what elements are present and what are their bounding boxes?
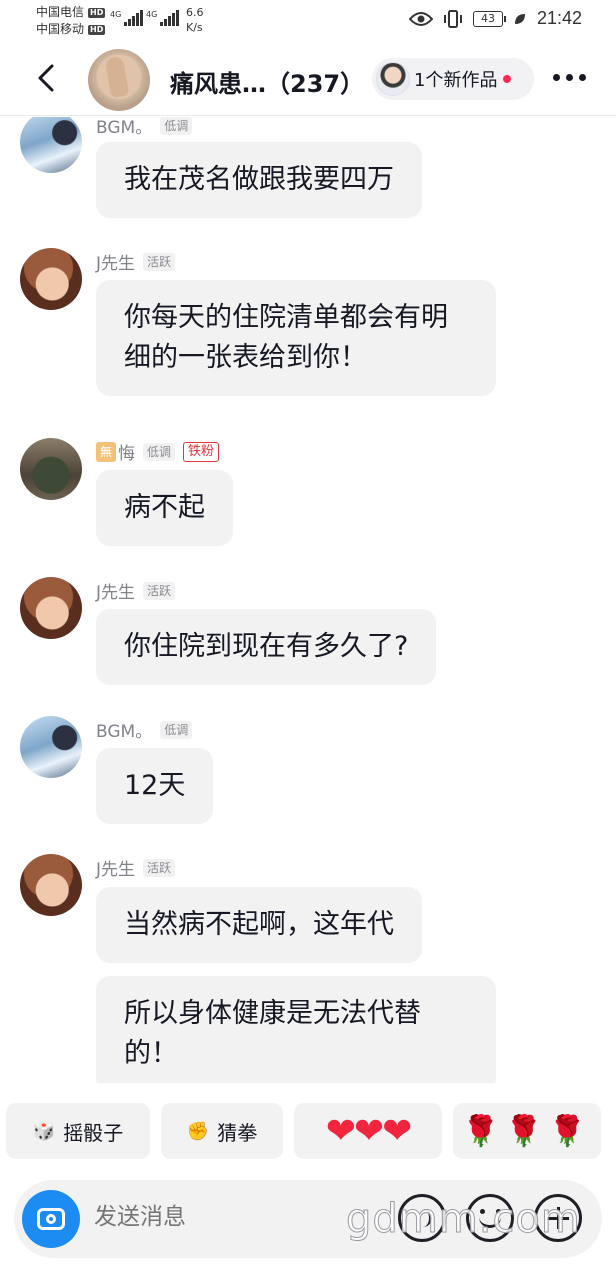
clock: 21:42 (536, 8, 582, 28)
message-bubble[interactable]: 病不起 (96, 470, 233, 546)
message-bubble[interactable]: 你每天的住院清单都会有明细的一张表给到你！ (96, 280, 496, 396)
message-bubble[interactable]: 12天 (96, 748, 214, 824)
level-badge: 活跃 (143, 581, 176, 600)
battery-icon: 43 (472, 10, 506, 27)
eye-icon (408, 11, 433, 26)
status-icons: 43 21:42 (408, 8, 582, 29)
signal-icon: 4G (110, 10, 144, 26)
rps-label: 猜拳 (217, 1120, 258, 1145)
notification-dot (503, 75, 512, 83)
group-title[interactable]: 痛风患…（237） (170, 64, 364, 99)
carrier-2-label: 中国移动 (36, 22, 85, 36)
more-options-icon[interactable] (553, 74, 586, 81)
sender-name: BGM。 (96, 722, 153, 742)
hand-icon: ✊ (186, 1120, 210, 1142)
quick-reply-bar: 🎲 摇骰子 ✊ 猜拳 ❤❤❤ 🌹🌹🌹 (0, 1103, 616, 1159)
dice-label: 摇骰子 (63, 1120, 124, 1145)
back-arrow-icon[interactable] (34, 62, 62, 94)
level-badge: 低调 (143, 442, 176, 461)
signal-icon: 4G (146, 10, 180, 26)
avatar[interactable] (20, 716, 82, 778)
message-bubble[interactable]: 当然病不起啊，这年代 (96, 887, 422, 963)
hd-badge: HD (88, 24, 106, 35)
hearts-icon: ❤❤❤ (325, 1110, 412, 1152)
works-avatar (376, 62, 410, 96)
message-input[interactable] (94, 1204, 294, 1230)
sender-name: 悔 (118, 444, 135, 464)
level-badge: 低调 (160, 720, 193, 739)
leaf-icon (514, 13, 525, 24)
camera-button[interactable] (22, 1190, 80, 1248)
roses-icon: 🌹🌹🌹 (461, 1113, 593, 1149)
sender-name: J先生 (96, 583, 136, 603)
message-bubble[interactable]: 你住院到现在有多久了? (96, 609, 437, 685)
avatar[interactable] (20, 577, 82, 639)
level-badge: 活跃 (143, 252, 176, 271)
group-avatar[interactable] (88, 49, 150, 111)
camera-icon (37, 1208, 65, 1230)
vibrate-icon (443, 9, 462, 28)
sender-name: BGM。 (96, 118, 153, 138)
avatar[interactable] (20, 438, 82, 500)
avatar[interactable] (20, 854, 82, 916)
sender-name: J先生 (96, 860, 136, 880)
message-bubble[interactable]: 我在茂名做跟我要四万 (96, 142, 422, 218)
avatar[interactable] (20, 248, 82, 310)
status-bar: 中国电信 HD 中国移动 HD 4G 4G 6.6 K/s 43 21:42 (0, 0, 616, 44)
rock-paper-scissors-button[interactable]: ✊ 猜拳 (161, 1103, 283, 1159)
dice-icon: 🎲 (32, 1120, 56, 1142)
hd-badge: HD (88, 7, 106, 18)
hearts-button[interactable]: ❤❤❤ (294, 1103, 442, 1159)
sender-name: J先生 (96, 254, 136, 274)
new-works-label: 1个新作品 (414, 70, 498, 91)
level-badge: 低调 (160, 117, 193, 135)
network-speed: 6.6 K/s (186, 6, 204, 34)
voice-icon[interactable] (398, 1194, 446, 1242)
carrier-info: 中国电信 HD 中国移动 HD (36, 4, 106, 38)
carrier-1-label: 中国电信 (36, 5, 85, 19)
level-badge: 活跃 (143, 858, 176, 877)
message-input-bar (14, 1180, 602, 1258)
new-works-button[interactable]: 1个新作品 (372, 58, 534, 100)
chat-header: 痛风患…（237） 1个新作品 (0, 44, 616, 116)
emoji-icon[interactable] (466, 1194, 514, 1242)
avatar[interactable] (20, 117, 82, 173)
dice-button[interactable]: 🎲 摇骰子 (6, 1103, 150, 1159)
fan-badge: 铁粉 (183, 441, 220, 462)
roses-button[interactable]: 🌹🌹🌹 (453, 1103, 601, 1159)
plus-icon[interactable] (534, 1194, 582, 1242)
message-list[interactable]: BGM。 低调 我在茂名做跟我要四万 J先生 活跃 你每天的住院清单都会有明细的… (0, 117, 616, 1083)
message-bubble[interactable]: 所以身体健康是无法代替的！ (96, 976, 496, 1083)
name-prefix-badge: 無 (96, 441, 116, 462)
